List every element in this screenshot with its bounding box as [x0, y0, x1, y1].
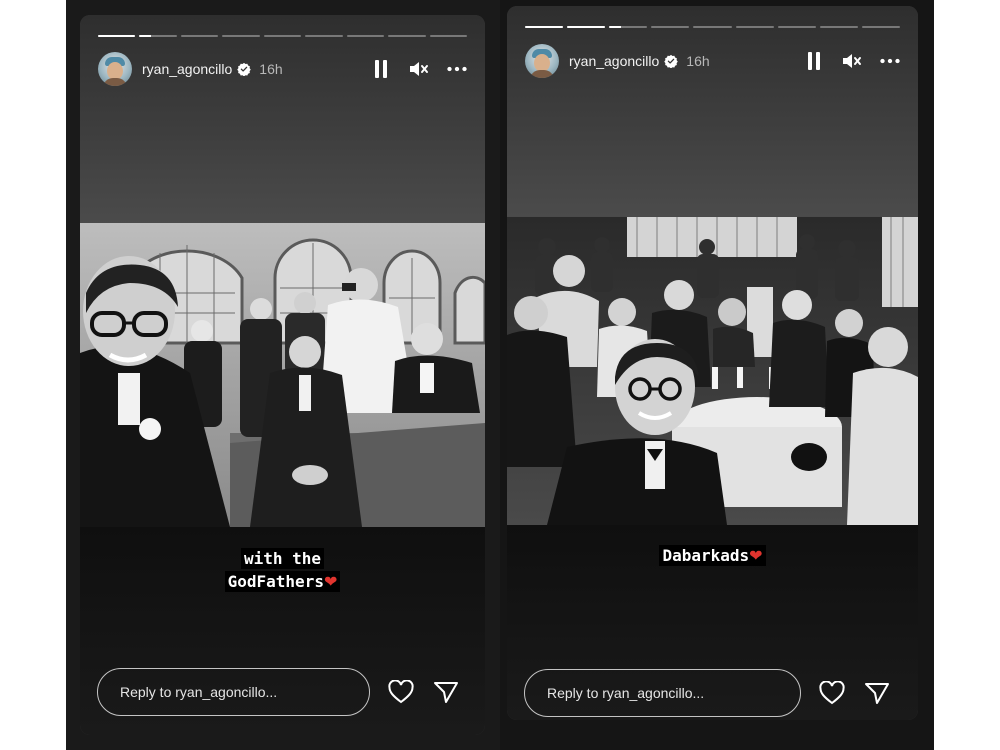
- caption-line-1: with the: [240, 548, 325, 569]
- mute-button[interactable]: [842, 51, 862, 71]
- more-icon: [447, 66, 467, 72]
- progress-segment: [525, 26, 564, 28]
- story-header: ryan_agoncillo 16h: [525, 43, 900, 79]
- mute-icon: [410, 62, 428, 76]
- send-icon: [865, 683, 889, 704]
- like-button[interactable]: [387, 678, 415, 706]
- timestamp: 16h: [686, 53, 710, 69]
- banquet-group-photo: [507, 217, 918, 525]
- church-group-photo: [80, 223, 485, 527]
- progress-segment: [139, 35, 177, 37]
- verified-icon: [237, 62, 252, 76]
- caption-text: Dabarkads: [662, 546, 750, 565]
- progress-segment: [651, 26, 690, 28]
- more-icon: [880, 58, 900, 64]
- stage: ryan_agoncillo 16h with the GodFathers❤ …: [0, 0, 1000, 750]
- progress-segment: [98, 35, 136, 37]
- send-icon: [434, 682, 458, 703]
- progress-segment: [429, 35, 467, 37]
- reply-input[interactable]: Reply to ryan_agoncillo...: [97, 668, 370, 716]
- story-header: ryan_agoncillo 16h: [98, 51, 467, 87]
- mute-button[interactable]: [409, 59, 429, 79]
- story-photo: [507, 217, 918, 525]
- progress-segment: [263, 35, 302, 37]
- progress-segment: [305, 35, 343, 37]
- more-options-button[interactable]: [880, 51, 900, 71]
- story-viewer-1[interactable]: ryan_agoncillo 16h with the GodFathers❤ …: [80, 15, 485, 735]
- avatar[interactable]: [98, 52, 132, 86]
- reply-placeholder: Reply to ryan_agoncillo...: [547, 685, 705, 701]
- reply-row: Reply to ryan_agoncillo...: [97, 668, 469, 716]
- pause-icon: [375, 60, 387, 78]
- like-button[interactable]: [818, 679, 846, 707]
- progress-segment: [222, 35, 260, 37]
- progress-segment: [735, 26, 774, 28]
- reply-row: Reply to ryan_agoncillo...: [524, 669, 902, 717]
- pause-button[interactable]: [371, 59, 391, 79]
- story-top-gradient: [507, 6, 918, 216]
- progress-segment: [819, 26, 858, 28]
- avatar[interactable]: [525, 44, 559, 78]
- progress-segment: [693, 26, 732, 28]
- progress-segment: [388, 35, 426, 37]
- heart-icon: [388, 680, 414, 704]
- caption-line-2: GodFathers❤: [224, 571, 341, 592]
- progress-segment: [609, 26, 648, 28]
- story-caption: with the GodFathers❤: [80, 547, 485, 593]
- mute-icon: [843, 54, 861, 68]
- progress-segment: [567, 26, 606, 28]
- reply-placeholder: Reply to ryan_agoncillo...: [120, 684, 278, 700]
- pause-button[interactable]: [804, 51, 824, 71]
- story-photo: [80, 223, 485, 527]
- reply-input[interactable]: Reply to ryan_agoncillo...: [524, 669, 801, 717]
- progress-segment: [777, 26, 816, 28]
- red-heart-icon: ❤: [323, 572, 338, 591]
- progress-segment: [346, 35, 385, 37]
- username[interactable]: ryan_agoncillo: [142, 61, 232, 77]
- verified-icon: [664, 54, 679, 68]
- username[interactable]: ryan_agoncillo: [569, 53, 659, 69]
- share-button[interactable]: [432, 678, 460, 706]
- story-viewer-2[interactable]: ryan_agoncillo 16h Dabarkads❤ Reply to r…: [507, 6, 918, 720]
- caption-line-1: Dabarkads❤: [659, 545, 766, 566]
- story-progress-bar: [98, 35, 467, 37]
- story-top-gradient: [80, 15, 485, 225]
- progress-segment: [861, 26, 900, 28]
- pause-icon: [808, 52, 820, 70]
- story-controls: [371, 59, 467, 79]
- caption-text: GodFathers: [227, 572, 324, 591]
- timestamp: 16h: [259, 61, 283, 77]
- heart-icon: [819, 681, 845, 705]
- progress-segment: [180, 35, 219, 37]
- share-button[interactable]: [863, 679, 891, 707]
- story-caption: Dabarkads❤: [507, 544, 918, 567]
- story-progress-bar: [525, 26, 900, 28]
- more-options-button[interactable]: [447, 59, 467, 79]
- red-heart-icon: ❤: [749, 546, 763, 565]
- story-controls: [804, 51, 900, 71]
